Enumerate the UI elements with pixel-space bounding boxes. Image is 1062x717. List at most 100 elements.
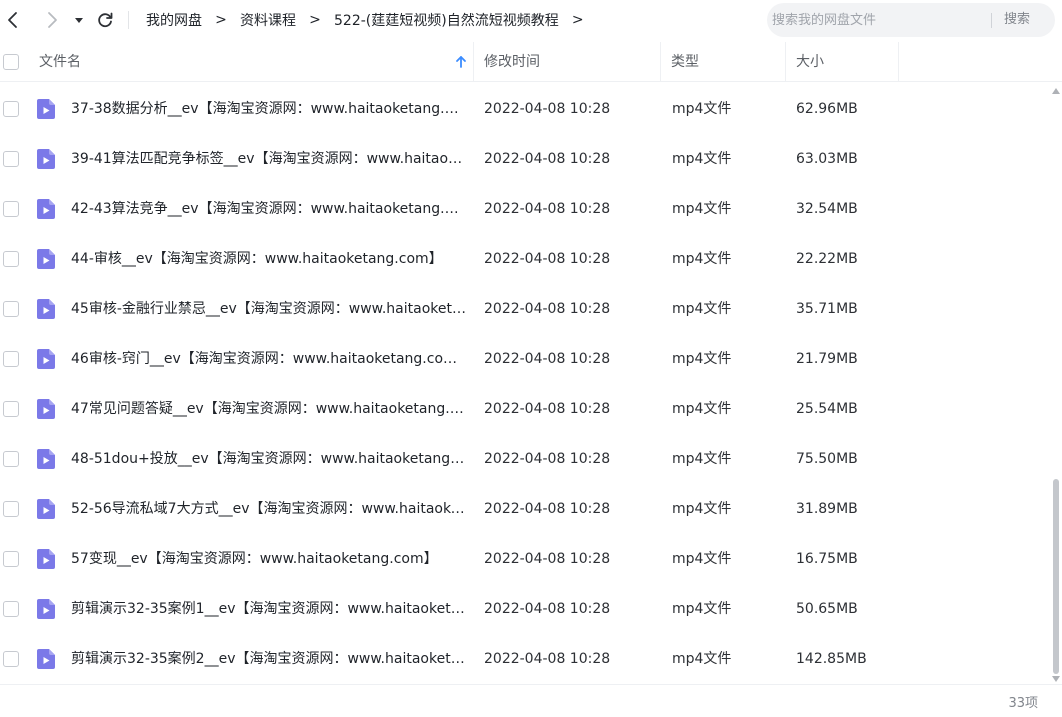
breadcrumb-separator[interactable]: >	[559, 12, 597, 28]
column-divider[interactable]	[473, 42, 474, 82]
search-button[interactable]: 搜索	[1004, 3, 1030, 37]
status-bar: 33项	[0, 684, 1062, 717]
history-dropdown-button[interactable]	[71, 9, 87, 31]
file-name[interactable]: 45审核-金融行业禁忌__ev【海淘宝资源网：www.haitaoketang.…	[71, 284, 466, 334]
file-row[interactable]: 39-41算法匹配竞争标签__ev【海淘宝资源网：www.haitaoketan…	[0, 134, 1050, 184]
video-file-icon	[37, 349, 55, 369]
row-checkbox[interactable]	[3, 101, 19, 117]
file-name[interactable]: 39-41算法匹配竞争标签__ev【海淘宝资源网：www.haitaoketan…	[71, 134, 466, 184]
file-name[interactable]: 剪辑演示32-35案例2__ev【海淘宝资源网：www.haitaoketang…	[71, 634, 466, 684]
file-list-header: 文件名 修改时间 类型 大小	[0, 42, 1062, 82]
column-header-time[interactable]: 修改时间	[484, 42, 540, 82]
file-modified-time: 2022-04-08 10:28	[484, 351, 611, 367]
file-row[interactable]: 57变现__ev【海淘宝资源网：www.haitaoketang.com】 20…	[0, 534, 1050, 584]
file-size: 32.54MB	[796, 201, 858, 217]
row-checkbox[interactable]	[3, 451, 19, 467]
file-type: mp4文件	[672, 451, 732, 467]
file-type: mp4文件	[672, 351, 732, 367]
file-modified-time: 2022-04-08 10:28	[484, 201, 611, 217]
file-type: mp4文件	[672, 101, 732, 117]
breadcrumb-item-current-folder[interactable]: 522-(莛莛短视频)自然流短视频教程	[334, 10, 559, 30]
back-button[interactable]	[2, 9, 24, 31]
search-divider	[991, 13, 992, 28]
video-file-icon	[37, 549, 55, 569]
scroll-down-arrow-icon[interactable]	[1052, 676, 1060, 682]
select-all-checkbox[interactable]	[3, 54, 19, 70]
file-name[interactable]: 57变现__ev【海淘宝资源网：www.haitaoketang.com】	[71, 534, 466, 584]
file-name[interactable]: 44-审核__ev【海淘宝资源网：www.haitaoketang.com】	[71, 234, 466, 284]
file-type: mp4文件	[672, 151, 732, 167]
file-row[interactable]: 52-56导流私域7大方式__ev【海淘宝资源网：www.haitaoketan…	[0, 484, 1050, 534]
file-name[interactable]: 37-38数据分析__ev【海淘宝资源网：www.haitaoketang.co…	[71, 84, 466, 134]
file-size: 50.65MB	[796, 601, 858, 617]
breadcrumb-item-my-drive[interactable]: 我的网盘	[146, 10, 202, 30]
file-type: mp4文件	[672, 501, 732, 517]
video-file-icon	[37, 399, 55, 419]
video-file-icon	[37, 649, 55, 669]
column-divider[interactable]	[898, 42, 899, 82]
row-checkbox[interactable]	[3, 651, 19, 667]
file-name[interactable]: 42-43算法竞争__ev【海淘宝资源网：www.haitaoketang.co…	[71, 184, 466, 234]
file-name[interactable]: 46审核-窍门__ev【海淘宝资源网：www.haitaoketang.com】	[71, 334, 466, 384]
sort-arrow-up-icon[interactable]	[455, 55, 467, 69]
file-row[interactable]: 48-51dou+投放__ev【海淘宝资源网：www.haitaoketang.…	[0, 434, 1050, 484]
file-row[interactable]: 44-审核__ev【海淘宝资源网：www.haitaoketang.com】 2…	[0, 234, 1050, 284]
row-checkbox[interactable]	[3, 401, 19, 417]
file-type: mp4文件	[672, 301, 732, 317]
column-header-name[interactable]: 文件名	[39, 42, 81, 82]
video-file-icon	[37, 249, 55, 269]
row-checkbox[interactable]	[3, 251, 19, 267]
row-checkbox[interactable]	[3, 151, 19, 167]
row-checkbox[interactable]	[3, 201, 19, 217]
file-modified-time: 2022-04-08 10:28	[484, 651, 611, 667]
file-name[interactable]: 48-51dou+投放__ev【海淘宝资源网：www.haitaoketang.…	[71, 434, 466, 484]
scroll-up-arrow-icon[interactable]	[1052, 88, 1060, 94]
video-file-icon	[37, 199, 55, 219]
search-input[interactable]	[772, 3, 987, 37]
file-size: 31.89MB	[796, 501, 858, 517]
file-type: mp4文件	[672, 601, 732, 617]
file-size: 16.75MB	[796, 551, 858, 567]
chevron-right-icon	[48, 12, 57, 28]
column-divider[interactable]	[785, 42, 786, 82]
file-row[interactable]: 47常见问题答疑__ev【海淘宝资源网：www.haitaoketang.com…	[0, 384, 1050, 434]
file-size: 63.03MB	[796, 151, 858, 167]
row-checkbox[interactable]	[3, 301, 19, 317]
row-checkbox[interactable]	[3, 351, 19, 367]
refresh-icon	[98, 12, 113, 28]
file-row[interactable]: 42-43算法竞争__ev【海淘宝资源网：www.haitaoketang.co…	[0, 184, 1050, 234]
file-modified-time: 2022-04-08 10:28	[484, 101, 611, 117]
refresh-button[interactable]	[94, 9, 116, 31]
video-file-icon	[37, 149, 55, 169]
file-name[interactable]: 剪辑演示32-35案例1__ev【海淘宝资源网：www.haitaoketang…	[71, 584, 466, 634]
row-checkbox[interactable]	[3, 501, 19, 517]
video-file-icon	[37, 99, 55, 119]
file-name[interactable]: 47常见问题答疑__ev【海淘宝资源网：www.haitaoketang.com…	[71, 384, 466, 434]
column-header-type[interactable]: 类型	[671, 42, 699, 82]
file-row[interactable]: 45审核-金融行业禁忌__ev【海淘宝资源网：www.haitaoketang.…	[0, 284, 1050, 334]
file-row[interactable]: 37-38数据分析__ev【海淘宝资源网：www.haitaoketang.co…	[0, 84, 1050, 134]
row-checkbox[interactable]	[3, 551, 19, 567]
file-row[interactable]: 剪辑演示32-35案例2__ev【海淘宝资源网：www.haitaoketang…	[0, 634, 1050, 684]
file-name[interactable]: 52-56导流私域7大方式__ev【海淘宝资源网：www.haitaoketan…	[71, 484, 466, 534]
video-file-icon	[37, 299, 55, 319]
video-file-icon	[37, 599, 55, 619]
item-count: 33项	[1008, 696, 1038, 711]
file-size: 62.96MB	[796, 101, 858, 117]
file-row[interactable]: 46审核-窍门__ev【海淘宝资源网：www.haitaoketang.com】…	[0, 334, 1050, 384]
breadcrumb-item-courses[interactable]: 资料课程	[240, 10, 296, 30]
column-header-size[interactable]: 大小	[796, 42, 824, 82]
search-box: 搜索	[767, 3, 1055, 37]
scrollbar-thumb[interactable]	[1053, 479, 1059, 674]
file-size: 142.85MB	[796, 651, 867, 667]
caret-down-icon	[75, 18, 83, 23]
file-type: mp4文件	[672, 251, 732, 267]
file-modified-time: 2022-04-08 10:28	[484, 551, 611, 567]
column-divider[interactable]	[660, 42, 661, 82]
vertical-scrollbar[interactable]	[1050, 84, 1062, 684]
video-file-icon	[37, 449, 55, 469]
row-checkbox[interactable]	[3, 601, 19, 617]
forward-button[interactable]	[41, 9, 63, 31]
file-row[interactable]: 剪辑演示32-35案例1__ev【海淘宝资源网：www.haitaoketang…	[0, 584, 1050, 634]
video-file-icon	[37, 499, 55, 519]
